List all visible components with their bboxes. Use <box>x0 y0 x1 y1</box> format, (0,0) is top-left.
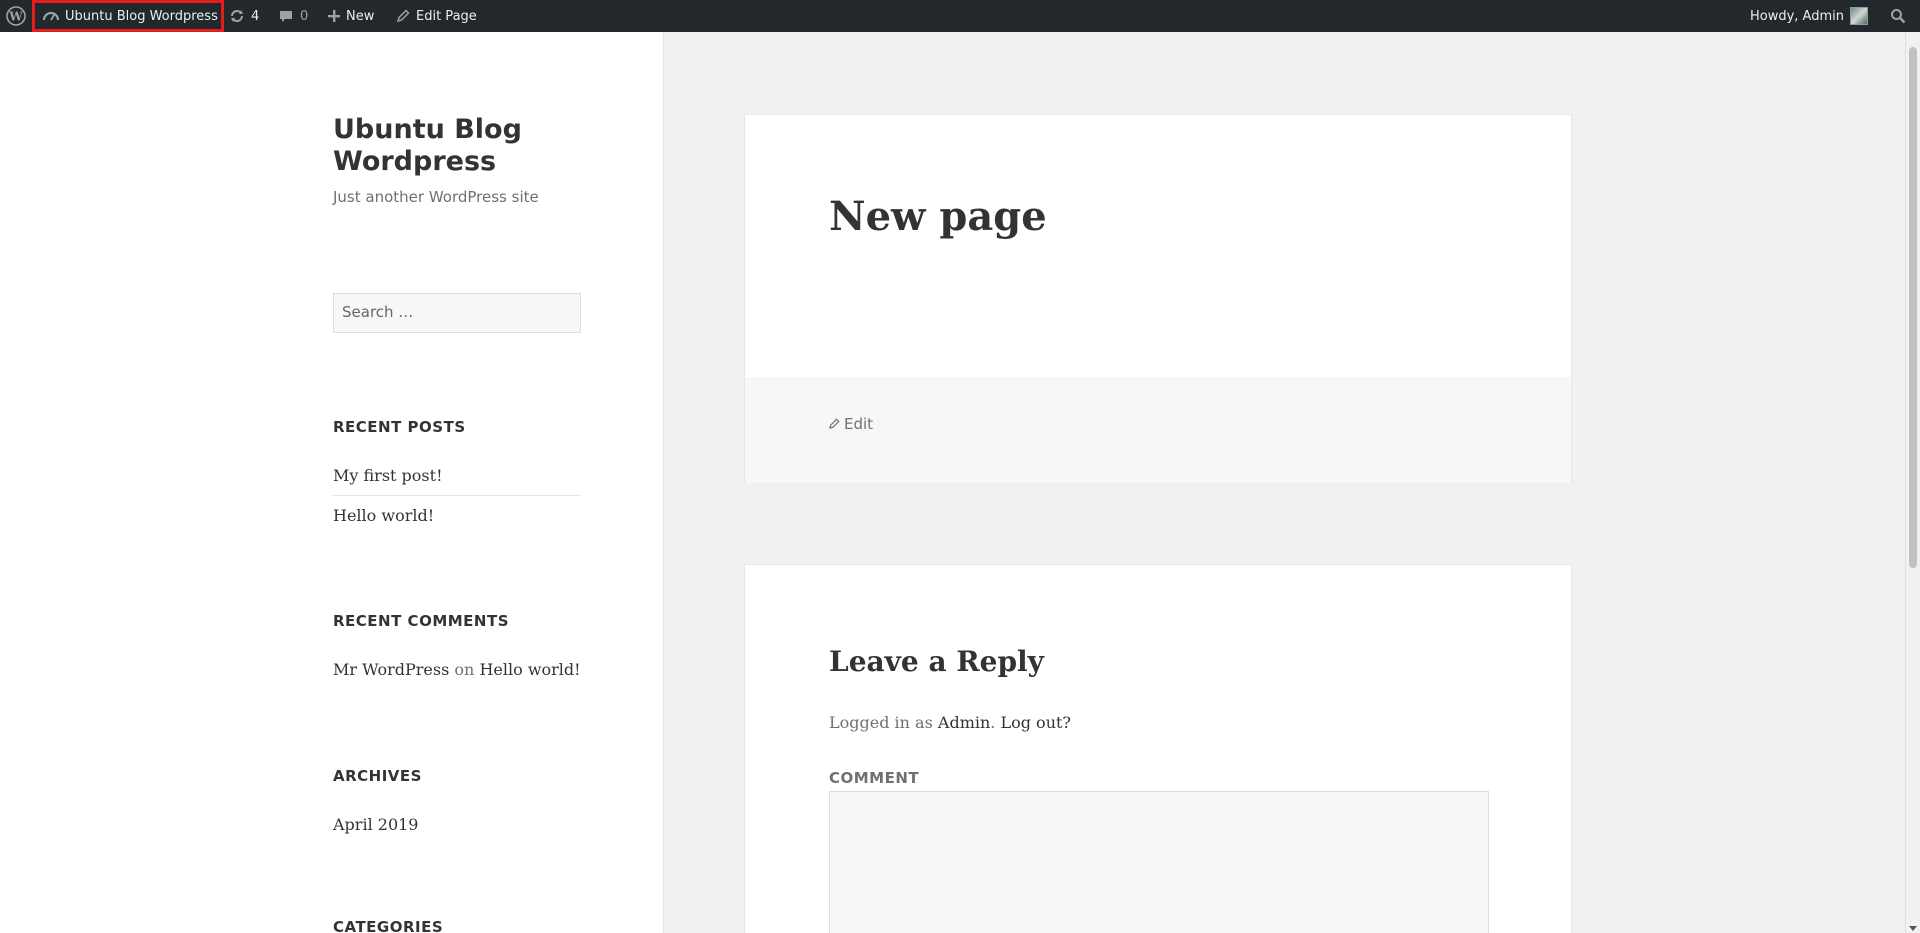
edit-page-label: Edit Page <box>416 8 477 24</box>
edit-link-label: Edit <box>844 415 874 433</box>
search-placeholder: Search … <box>342 303 414 321</box>
comment-author-link[interactable]: Mr WordPress <box>333 660 449 679</box>
logged-in-prefix: Logged in as <box>829 713 933 732</box>
comments-count: 0 <box>300 8 309 24</box>
avatar <box>1850 7 1868 25</box>
article-footer: Edit <box>745 377 1571 483</box>
recent-post-link[interactable]: My first post! <box>333 466 443 485</box>
comment-label: COMMENT <box>829 769 920 787</box>
my-account-menu[interactable]: Howdy, Admin <box>1750 0 1868 32</box>
howdy-label: Howdy, Admin <box>1749 8 1844 24</box>
site-title[interactable]: Ubuntu Blog Wordpress <box>333 114 593 178</box>
new-label: New <box>346 8 375 24</box>
scroll-down-arrow-icon[interactable] <box>1909 926 1917 931</box>
recent-comment-item: Mr WordPress on Hello world! <box>333 660 581 679</box>
period-separator: . <box>990 713 996 732</box>
pencil-icon <box>829 415 840 433</box>
recent-comments-title: RECENT COMMENTS <box>333 612 510 630</box>
sidebar: Ubuntu Blog Wordpress Just another WordP… <box>0 32 664 933</box>
scrollbar-thumb[interactable] <box>1909 47 1917 568</box>
reply-title: Leave a Reply <box>829 645 1044 678</box>
page-scrollbar[interactable] <box>1905 32 1920 933</box>
pencil-icon <box>396 9 410 23</box>
logout-link[interactable]: Log out? <box>1000 713 1071 732</box>
archive-link[interactable]: April 2019 <box>333 815 418 834</box>
updates-icon <box>229 8 245 24</box>
new-content-menu[interactable]: New <box>328 0 374 32</box>
comment-bubble-icon <box>278 9 294 24</box>
comment-textarea[interactable] <box>829 791 1489 933</box>
recent-post-link[interactable]: Hello world! <box>333 506 434 525</box>
site-name-menu[interactable]: Ubuntu Blog Wordpress <box>32 0 224 32</box>
list-divider <box>333 495 581 496</box>
edit-link[interactable]: Edit <box>829 415 873 433</box>
admin-search-icon[interactable] <box>1890 0 1906 32</box>
site-name-label: Ubuntu Blog Wordpress <box>65 8 218 24</box>
wordpress-logo-icon[interactable]: W <box>0 0 32 32</box>
user-profile-link[interactable]: Admin <box>938 713 990 732</box>
updates-count: 4 <box>251 8 260 24</box>
site-description: Just another WordPress site <box>333 188 539 206</box>
edit-page-menu[interactable]: Edit Page <box>396 0 477 32</box>
categories-title: CATEGORIES <box>333 918 444 933</box>
updates-menu[interactable]: 4 <box>229 0 259 32</box>
plus-icon <box>328 10 340 22</box>
comment-on-text: on <box>454 660 475 679</box>
archives-title: ARCHIVES <box>333 767 422 785</box>
comments-menu[interactable]: 0 <box>278 0 308 32</box>
comments-section: Leave a Reply Logged in as Admin. Log ou… <box>744 564 1572 933</box>
comment-post-link[interactable]: Hello world! <box>479 660 580 679</box>
dashboard-icon <box>43 9 59 23</box>
page-article: New page Edit <box>744 114 1572 483</box>
search-input[interactable]: Search … <box>333 293 581 333</box>
logged-in-as: Logged in as Admin. Log out? <box>829 713 1071 732</box>
recent-posts-title: RECENT POSTS <box>333 418 466 436</box>
svg-text:W: W <box>8 10 23 24</box>
admin-bar: W Ubuntu Blog Wordpress 4 0 New Edit Pag… <box>0 0 1920 32</box>
page-title: New page <box>829 193 1047 240</box>
